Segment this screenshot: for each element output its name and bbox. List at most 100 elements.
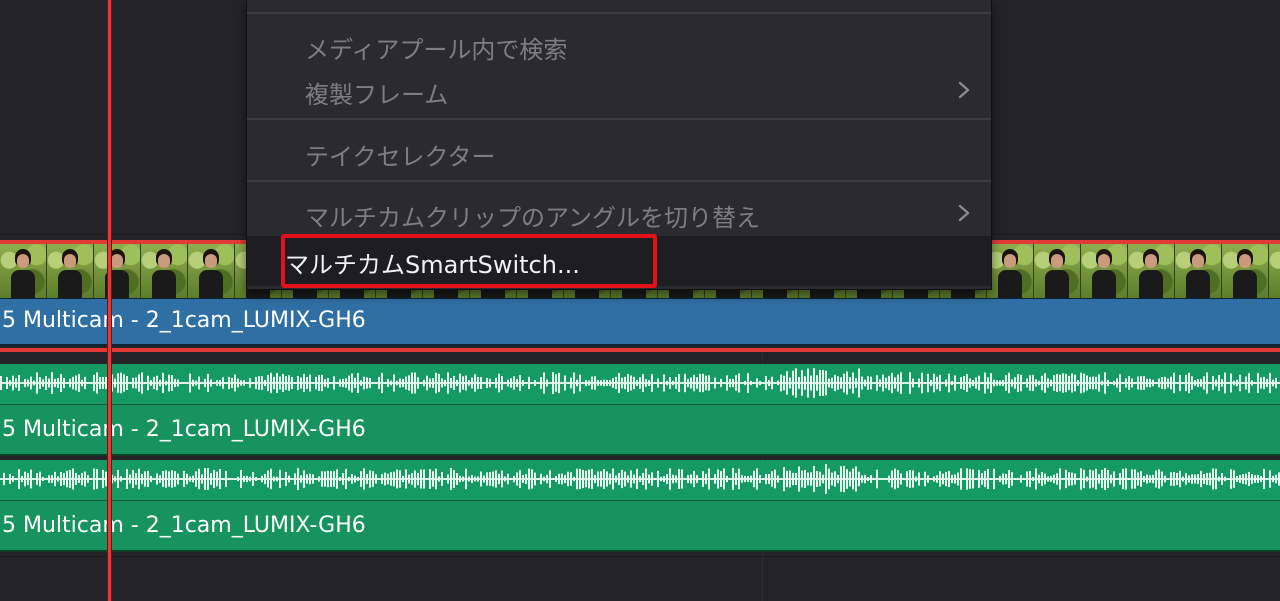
menu-item-take-selector[interactable]: テイクセレクター bbox=[247, 129, 991, 175]
waveform-sample bbox=[171, 470, 173, 488]
waveform-sample bbox=[24, 378, 26, 388]
waveform-sample bbox=[906, 471, 908, 487]
waveform-sample bbox=[552, 478, 554, 480]
waveform-sample bbox=[897, 470, 899, 488]
waveform-sample bbox=[24, 471, 26, 487]
waveform-sample bbox=[537, 382, 539, 384]
waveform-sample bbox=[135, 377, 137, 389]
waveform-sample bbox=[645, 468, 647, 490]
waveform-sample bbox=[759, 474, 761, 484]
waveform-sample bbox=[765, 473, 767, 485]
video-clip-bar[interactable]: 5 Multicam - 2_1cam_LUMIX-GH6 bbox=[0, 298, 1280, 346]
waveform-sample bbox=[219, 469, 221, 489]
waveform-sample bbox=[1167, 378, 1169, 388]
thumbnail-person-head bbox=[1145, 254, 1157, 268]
waveform-sample bbox=[624, 471, 626, 487]
waveform-sample bbox=[978, 470, 980, 488]
waveform-sample bbox=[1209, 472, 1211, 486]
waveform-sample bbox=[429, 378, 431, 388]
waveform-sample bbox=[894, 468, 896, 490]
waveform-sample bbox=[66, 382, 68, 384]
waveform-sample bbox=[549, 470, 551, 488]
waveform-sample bbox=[450, 377, 452, 389]
thumbnail-person-head bbox=[111, 254, 123, 268]
waveform-sample bbox=[660, 382, 662, 384]
waveform-sample bbox=[1146, 474, 1148, 484]
waveform-sample bbox=[390, 472, 392, 486]
waveform-sample bbox=[6, 478, 8, 480]
waveform-sample bbox=[891, 372, 893, 394]
waveform-sample bbox=[618, 372, 620, 394]
waveform-sample bbox=[396, 380, 398, 386]
waveform-sample bbox=[807, 472, 809, 486]
waveform-sample bbox=[453, 375, 455, 391]
waveform-sample bbox=[723, 382, 725, 384]
waveform-sample bbox=[114, 378, 116, 388]
waveform-sample bbox=[537, 478, 539, 480]
waveform-sample bbox=[1074, 473, 1076, 485]
playhead[interactable] bbox=[107, 0, 112, 601]
menu-item-duplicate-frames[interactable]: 複製フレーム bbox=[247, 67, 991, 113]
menu-separator bbox=[247, 118, 991, 120]
waveform-sample bbox=[909, 470, 911, 488]
waveform-sample bbox=[1224, 476, 1226, 482]
waveform-sample bbox=[357, 476, 359, 482]
waveform-sample bbox=[1017, 374, 1019, 392]
waveform-sample bbox=[771, 471, 773, 487]
audio-waveform bbox=[0, 460, 1280, 500]
audio-clip-bar[interactable]: 5 Multicam - 2_1cam_LUMIX-GH6 bbox=[0, 404, 1280, 456]
waveform-sample bbox=[174, 471, 176, 487]
audio-clip-bar[interactable]: 5 Multicam - 2_1cam_LUMIX-GH6 bbox=[0, 500, 1280, 552]
waveform-sample bbox=[666, 474, 668, 484]
thumbnail-person-body bbox=[1139, 270, 1163, 298]
audio-clip[interactable]: 5 Multicam - 2_1cam_LUMIX-GH6 bbox=[0, 364, 1280, 458]
annotation-highlight-frame bbox=[281, 234, 657, 288]
waveform-sample bbox=[684, 373, 686, 393]
waveform-sample bbox=[84, 471, 86, 487]
waveform-sample bbox=[288, 475, 290, 483]
waveform-sample bbox=[276, 476, 278, 482]
waveform-sample bbox=[198, 376, 200, 390]
menu-item-switch-multicam-angle[interactable]: マルチカムクリップのアングルを切り替え bbox=[247, 190, 991, 236]
waveform-sample bbox=[1008, 372, 1010, 394]
waveform-sample bbox=[1209, 382, 1211, 384]
waveform-sample bbox=[354, 475, 356, 483]
thumbnail-person-body bbox=[152, 270, 176, 298]
waveform-sample bbox=[420, 469, 422, 489]
waveform-sample bbox=[102, 469, 104, 489]
waveform-sample bbox=[534, 380, 536, 386]
waveform-sample bbox=[6, 377, 8, 389]
waveform-sample bbox=[1233, 470, 1235, 488]
waveform-sample bbox=[408, 474, 410, 484]
waveform-sample bbox=[1029, 470, 1031, 488]
waveform-sample bbox=[651, 472, 653, 486]
waveform-sample bbox=[1128, 478, 1130, 480]
waveform-sample bbox=[762, 382, 764, 384]
waveform-sample bbox=[501, 470, 503, 488]
waveform-sample bbox=[993, 379, 995, 387]
audio-clip[interactable]: 5 Multicam - 2_1cam_LUMIX-GH6 bbox=[0, 460, 1280, 554]
waveform-sample bbox=[933, 476, 935, 482]
waveform-sample bbox=[120, 476, 122, 482]
waveform-sample bbox=[594, 376, 596, 390]
waveform-sample bbox=[1236, 476, 1238, 482]
waveform-sample bbox=[42, 476, 44, 482]
waveform-sample bbox=[444, 379, 446, 387]
waveform-sample bbox=[192, 475, 194, 483]
menu-item-find-in-media-pool[interactable]: メディアプール内で検索 bbox=[247, 22, 991, 68]
waveform-sample bbox=[1101, 469, 1103, 489]
waveform-sample bbox=[1047, 476, 1049, 482]
waveform-sample bbox=[1083, 373, 1085, 393]
waveform-sample bbox=[630, 470, 632, 488]
waveform-sample bbox=[621, 469, 623, 489]
waveform-sample bbox=[777, 380, 779, 386]
waveform-sample bbox=[297, 468, 299, 490]
menu-item-label: 複製フレーム bbox=[305, 81, 449, 109]
waveform-sample bbox=[1170, 376, 1172, 390]
waveform-sample bbox=[540, 377, 542, 389]
waveform-sample bbox=[822, 370, 824, 396]
waveform-sample bbox=[93, 374, 95, 392]
waveform-sample bbox=[1203, 376, 1205, 390]
waveform-sample bbox=[1197, 378, 1199, 388]
waveform-sample bbox=[1176, 472, 1178, 486]
